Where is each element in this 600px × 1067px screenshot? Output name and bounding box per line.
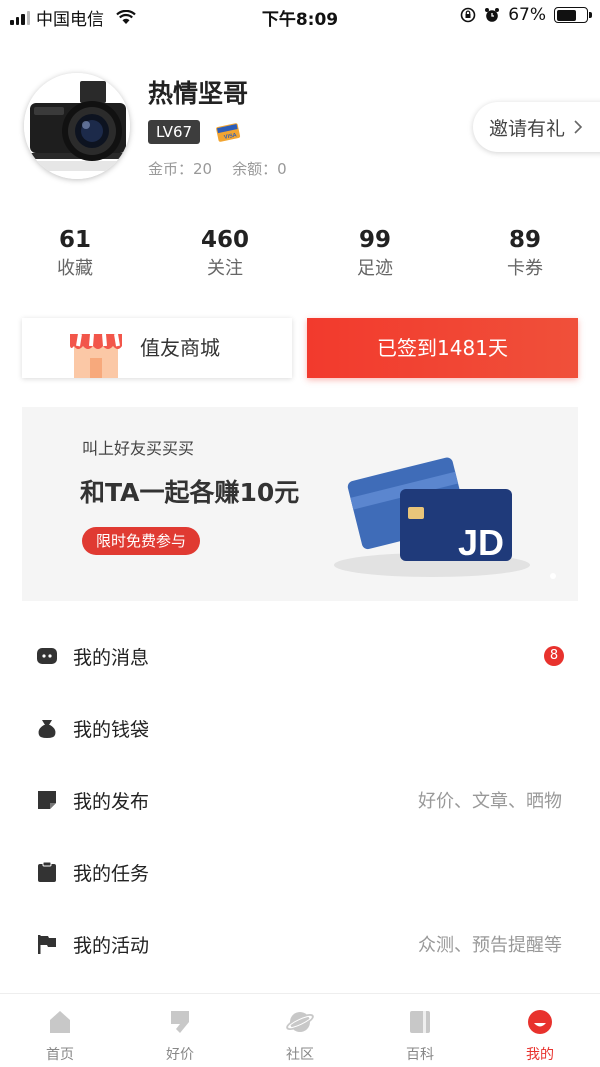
bottom-tab-bar: 首页 好价 社区 百科 我的 [0, 993, 600, 1067]
mall-label: 值友商城 [140, 336, 220, 360]
wallet-line: 金币：20 余额：0 [148, 158, 287, 179]
stat-following[interactable]: 460 关注 [165, 225, 285, 283]
tab-label: 社区 [286, 1047, 314, 1063]
post-icon [38, 791, 56, 809]
level-badge[interactable]: LV67 [148, 120, 201, 144]
banner-title: 和TA一起各赚10元 [80, 478, 300, 507]
planet-icon [286, 1012, 314, 1032]
svg-text:VISA: VISA [224, 132, 238, 141]
tab-label: 好价 [166, 1047, 194, 1063]
menu-item-wallet[interactable]: 我的钱袋 [0, 698, 600, 758]
tab-encyclopedia[interactable]: 百科 [360, 994, 480, 1067]
battery-icon [554, 7, 592, 23]
alarm-icon [485, 8, 500, 22]
tab-deals[interactable]: 好价 [120, 994, 240, 1067]
username: 热情坚哥 [148, 79, 249, 108]
tab-profile[interactable]: 我的 [480, 994, 600, 1067]
card-medal-icon[interactable]: VISA [214, 120, 242, 144]
battery-percent: 67% [508, 5, 546, 25]
camera-avatar-image [24, 73, 130, 179]
menu-item-tasks[interactable]: 我的任务 [0, 842, 600, 902]
coins-label: 金币：20 [148, 160, 213, 178]
deal-tag-icon [171, 1011, 189, 1033]
stat-footprints[interactable]: 99 足迹 [315, 225, 435, 283]
menu-item-messages[interactable]: 我的消息 8 [0, 626, 600, 686]
stat-value: 89 [508, 227, 541, 253]
menu-item-activities[interactable]: 我的活动 众测、预告提醒等 [0, 914, 600, 974]
banner-page-dot [550, 573, 556, 579]
stat-label: 卡券 [507, 258, 543, 279]
menu-hint: 众测、预告提醒等 [418, 935, 562, 956]
menu-label: 我的钱袋 [73, 718, 150, 741]
menu-label: 我的发布 [73, 790, 150, 813]
money-bag-icon [38, 720, 56, 738]
mall-button[interactable]: 值友商城 [22, 318, 292, 378]
stat-value: 99 [358, 227, 391, 253]
tab-label: 我的 [526, 1047, 554, 1063]
home-icon [50, 1011, 70, 1033]
shop-icon [70, 333, 122, 378]
book-icon [410, 1011, 430, 1033]
stat-label: 关注 [207, 258, 243, 279]
menu-label: 我的活动 [73, 934, 150, 957]
status-bar: 中国电信 下午8:09 67% [0, 0, 600, 34]
message-icon [37, 648, 57, 664]
stat-coupons[interactable]: 89 卡券 [465, 225, 585, 283]
invite-label: 邀请有礼 [489, 117, 566, 140]
menu-label: 我的任务 [73, 862, 150, 885]
banner-card-text: JD [458, 522, 504, 563]
flag-icon [38, 935, 56, 954]
menu-label: 我的消息 [73, 646, 150, 669]
banner-join-button[interactable]: 限时免费参与 [82, 527, 201, 555]
tab-community[interactable]: 社区 [240, 994, 360, 1067]
menu-hint: 好价、文章、晒物 [418, 791, 562, 812]
rotation-lock-icon [460, 7, 476, 23]
status-right: 67% [460, 5, 592, 25]
task-clipboard-icon [38, 861, 56, 882]
invite-button[interactable]: 邀请有礼 [473, 102, 600, 152]
stat-value: 61 [58, 227, 91, 253]
banner-subtitle: 叫上好友买买买 [82, 439, 195, 458]
unread-badge: 8 [544, 646, 564, 666]
chevron-right-icon [574, 120, 583, 134]
avatar[interactable] [24, 73, 130, 179]
stat-favorites[interactable]: 61 收藏 [15, 225, 135, 283]
stats-row: 61 收藏 460 关注 99 足迹 89 卡券 [0, 225, 600, 285]
menu-item-posts[interactable]: 我的发布 好价、文章、晒物 [0, 770, 600, 830]
promo-banner[interactable]: 叫上好友买买买 和TA一起各赚10元 限时免费参与 JD [22, 407, 578, 601]
tab-home[interactable]: 首页 [0, 994, 120, 1067]
stat-label: 足迹 [357, 258, 393, 279]
tab-label: 百科 [406, 1047, 434, 1063]
stat-value: 460 [200, 227, 249, 253]
tab-label: 首页 [46, 1047, 74, 1063]
balance-label: 余额：0 [232, 160, 287, 178]
profile-icon [528, 1010, 552, 1034]
credit-card-illustration: JD [334, 457, 530, 577]
checkin-button[interactable]: 已签到1481天 [307, 318, 578, 378]
stat-label: 收藏 [57, 258, 93, 279]
